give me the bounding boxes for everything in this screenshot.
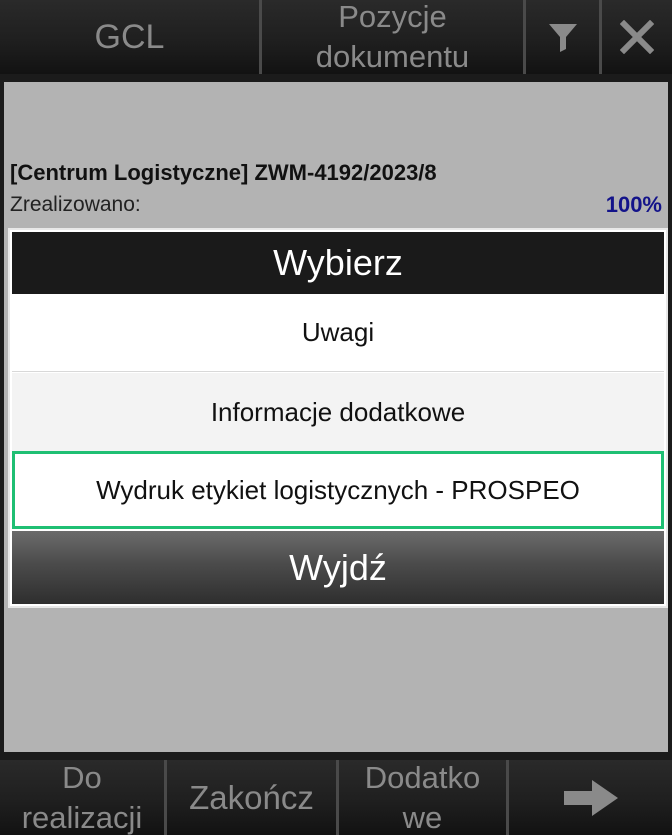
option-label: Wydruk etykiet logistycznych - PROSPEO xyxy=(96,474,580,505)
option-notes[interactable]: Uwagi xyxy=(12,294,664,372)
filter-icon xyxy=(548,24,577,52)
arrow-right-icon xyxy=(563,779,618,816)
top-toolbar: GCL Pozycje dokumentu xyxy=(0,0,672,76)
progress-label: Zrealizowano: xyxy=(10,193,141,216)
document-items-title[interactable]: Pozycje dokumentu xyxy=(262,0,523,74)
exit-button[interactable]: Wyjdź xyxy=(12,531,664,604)
progress-value: 100% xyxy=(605,192,662,217)
finish-button[interactable]: Zakończ xyxy=(167,760,336,835)
option-label: Uwagi xyxy=(301,317,375,347)
title-line-2: dokumentu xyxy=(315,39,470,74)
option-additional-info[interactable]: Informacje dodatkowe xyxy=(12,373,664,451)
option-label: Informacje dodatkowe xyxy=(210,396,466,427)
bottom-toolbar: Do realizacji Zakończ Dodatko we xyxy=(0,760,672,835)
to-do-button[interactable]: Do realizacji xyxy=(0,760,164,835)
additional-button[interactable]: Dodatko we xyxy=(339,760,506,835)
title-line-1: Pozycje xyxy=(338,0,447,34)
close-button[interactable] xyxy=(602,0,672,74)
close-icon xyxy=(620,20,654,54)
next-button[interactable] xyxy=(509,760,672,835)
additional-line-2: we xyxy=(402,799,443,835)
to-do-line-2: realizacji xyxy=(21,799,143,835)
gcl-label: GCL xyxy=(94,17,165,56)
option-print-labels[interactable]: Wydruk etykiet logistycznych - PROSPEO xyxy=(12,451,664,529)
filter-button[interactable] xyxy=(526,0,599,74)
exit-label: Wyjdź xyxy=(289,546,387,588)
to-do-line-1: Do xyxy=(62,760,102,795)
finish-label: Zakończ xyxy=(189,778,314,816)
gcl-button[interactable]: GCL xyxy=(0,0,259,74)
choose-dialog: Wybierz Uwagi Informacje dodatkowe Wydru… xyxy=(8,228,668,608)
document-title: [Centrum Logistyczne] ZWM-4192/2023/8 xyxy=(10,160,437,185)
dialog-title: Wybierz xyxy=(12,232,664,294)
additional-line-1: Dodatko xyxy=(364,760,481,795)
